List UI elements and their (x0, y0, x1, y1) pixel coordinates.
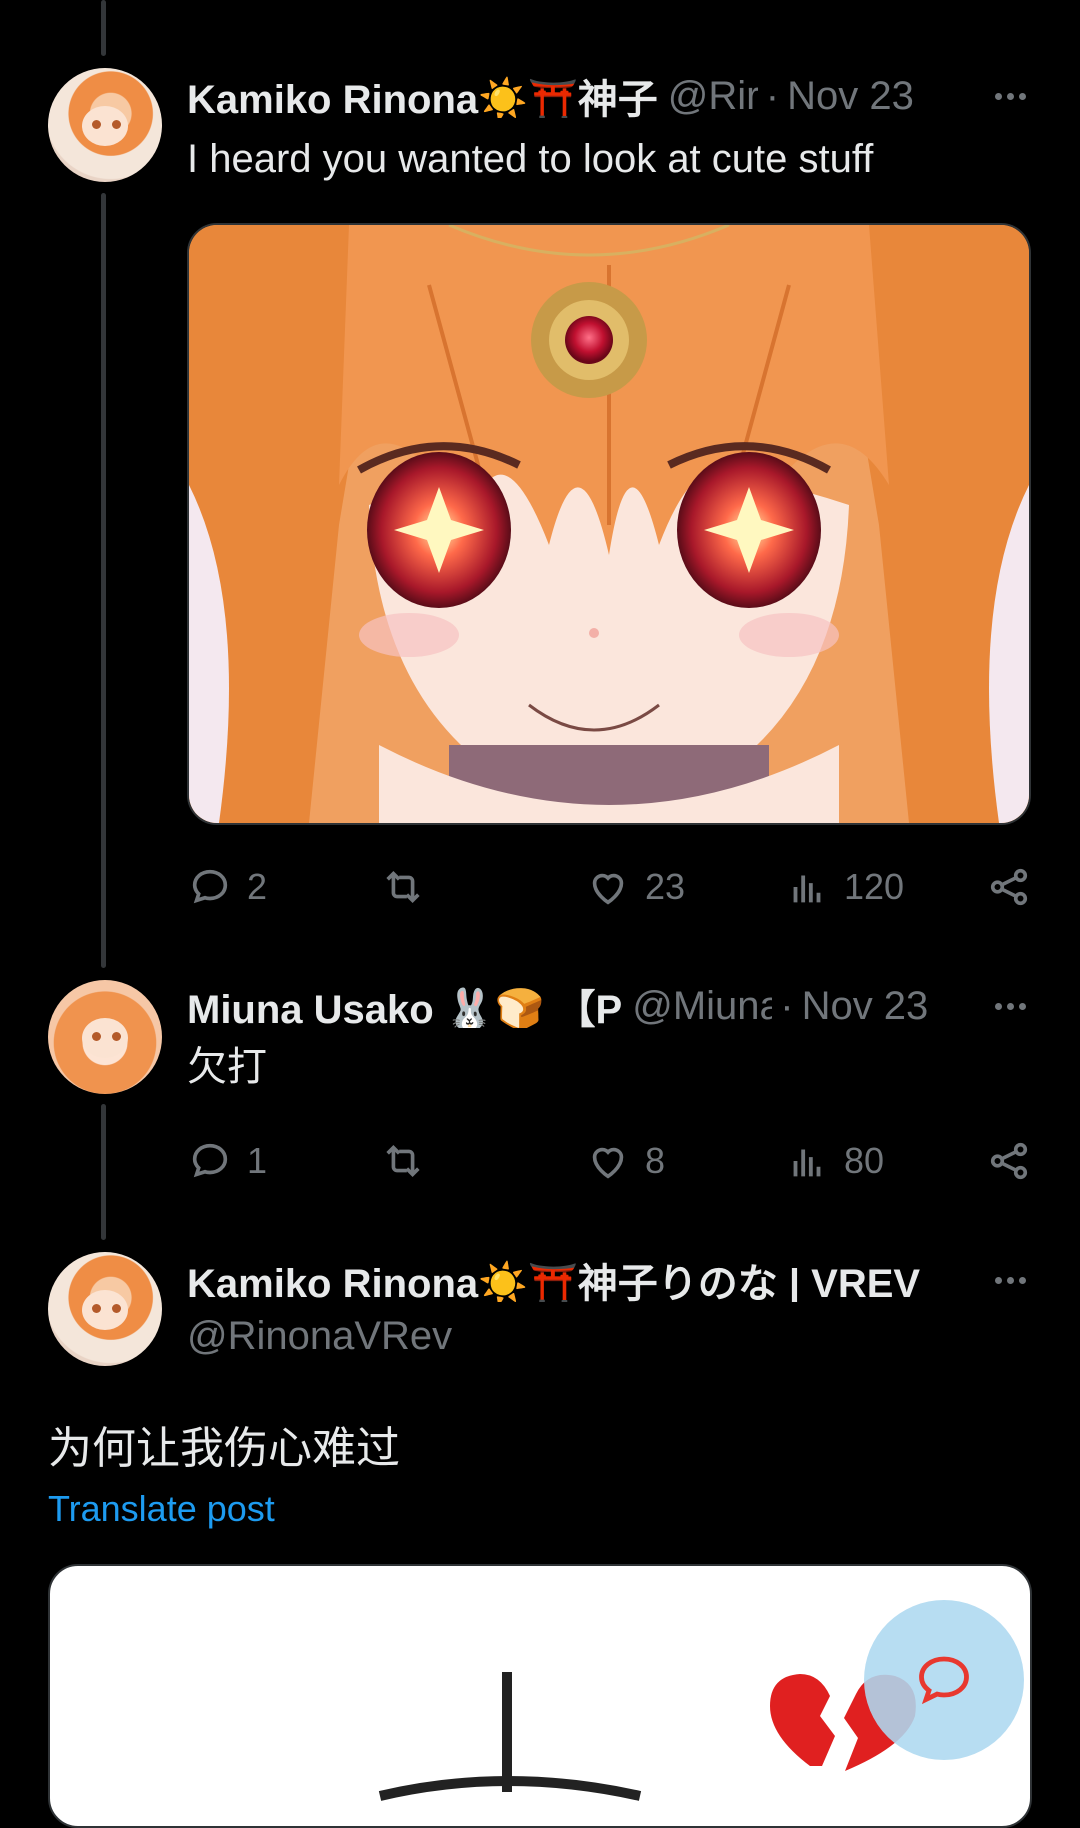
more-dot-icon (1018, 92, 1026, 100)
more-dot-icon (1006, 92, 1014, 100)
more-dot-icon (994, 92, 1002, 100)
more-options-button[interactable] (988, 984, 1032, 1028)
reply-button[interactable]: 1 (187, 1136, 267, 1186)
avatar-eye-right (112, 120, 121, 129)
share-button[interactable] (986, 862, 1032, 912)
more-dot-icon (1006, 1276, 1014, 1284)
view-count: 120 (844, 866, 905, 907)
post-actions: 2 23 120 (187, 862, 1032, 912)
author-handle[interactable]: @RinonaVRev (187, 1314, 452, 1359)
avatar-eye-left (92, 1032, 101, 1041)
post-header: Kamiko Rinona☀️⛩️神子りのな | VREV (187, 1258, 950, 1302)
post-text: 为何让我伤心难过 (48, 1424, 400, 1473)
share-icon (990, 1142, 1028, 1180)
avatar[interactable] (48, 1252, 162, 1366)
author-name[interactable]: Miuna Usako 🐰🍞 【P (187, 984, 622, 1028)
author-name[interactable]: Kamiko Rinona☀️⛩️神子 (187, 74, 658, 118)
post-date[interactable]: Nov 23 (802, 984, 929, 1028)
post-image[interactable] (187, 223, 1031, 825)
repost-button[interactable] (380, 1136, 440, 1186)
repost-button[interactable] (380, 862, 440, 912)
thread-line-1 (101, 193, 106, 968)
author-name[interactable]: Kamiko Rinona☀️⛩️神子りのな | VREV (187, 1258, 920, 1302)
repost-icon (386, 1145, 420, 1177)
view-count: 80 (844, 1140, 885, 1181)
more-options-button[interactable] (988, 1258, 1032, 1302)
post-actions: 1 8 80 (187, 1136, 1032, 1186)
avatar-eye-left (92, 1304, 101, 1313)
like-count: 8 (645, 1140, 666, 1181)
author-handle[interactable]: @Miuna (632, 984, 772, 1028)
avatar-face (82, 1018, 128, 1058)
post-header: Miuna Usako 🐰🍞 【P @Miuna · Nov 23 (187, 984, 950, 1028)
like-button[interactable]: 8 (585, 1136, 665, 1186)
reply-button[interactable]: 2 (187, 862, 267, 912)
heart-icon (592, 873, 624, 905)
separator: · (765, 74, 780, 118)
like-button[interactable]: 23 (585, 862, 685, 912)
views-icon (793, 1149, 821, 1177)
views-button[interactable]: 120 (784, 862, 904, 912)
floating-message-button[interactable] (864, 1600, 1024, 1760)
like-count: 23 (645, 866, 686, 907)
heart-icon (592, 1147, 624, 1179)
post-date[interactable]: Nov 23 (787, 74, 914, 118)
author-handle[interactable]: @Rir (668, 74, 758, 118)
avatar-eye-left (92, 120, 101, 129)
translate-post-link[interactable]: Translate post (48, 1488, 275, 1530)
more-dot-icon (994, 1002, 1002, 1010)
more-dot-icon (1018, 1002, 1026, 1010)
reply-count: 1 (247, 1140, 268, 1181)
repost-icon (386, 871, 420, 903)
reply-icon (192, 1143, 228, 1178)
reply-count: 2 (247, 866, 268, 907)
chat-bubble-icon (919, 1656, 969, 1705)
more-dot-icon (1018, 1276, 1026, 1284)
avatar-face (82, 106, 128, 146)
more-options-button[interactable] (988, 74, 1032, 118)
thread-line-2 (101, 1104, 106, 1240)
avatar[interactable] (48, 68, 162, 182)
more-dot-icon (994, 1276, 1002, 1284)
reply-icon (192, 869, 228, 904)
avatar-face (82, 1290, 128, 1330)
avatar-eye-right (112, 1032, 121, 1041)
share-icon (990, 868, 1028, 906)
anime-girl-illustration (189, 225, 1029, 823)
post-text: I heard you wanted to look at cute stuff (187, 137, 874, 181)
separator: · (780, 984, 794, 1028)
more-dot-icon (1006, 1002, 1014, 1010)
post-header: Kamiko Rinona☀️⛩️神子 @Rir · Nov 23 (187, 74, 950, 118)
views-button[interactable]: 80 (784, 1136, 884, 1186)
avatar-eye-right (112, 1304, 121, 1313)
thread-line-top (101, 0, 106, 56)
post-text: 欠打 (187, 1045, 267, 1089)
avatar[interactable] (48, 980, 162, 1094)
views-icon (793, 875, 821, 903)
share-button[interactable] (986, 1136, 1032, 1186)
